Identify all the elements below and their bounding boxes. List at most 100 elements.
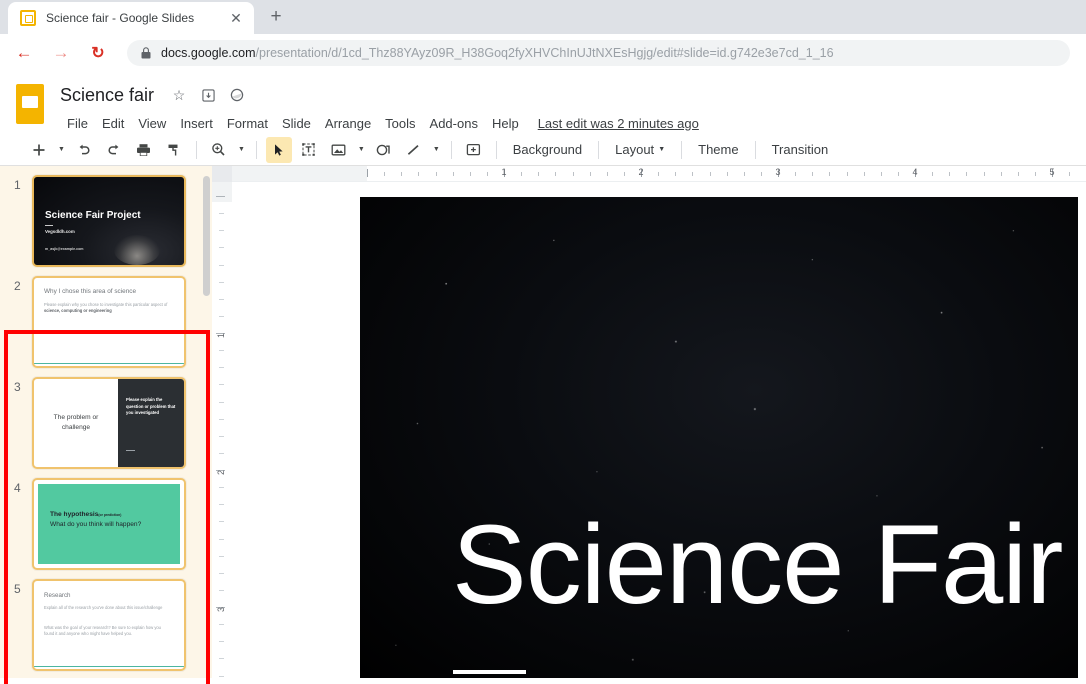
slide-thumbnail-1[interactable]: Science Fair Project Vegsdldh.com m_asjk… (32, 175, 186, 267)
ruler-tick (219, 521, 224, 523)
menu-insert[interactable]: Insert (173, 113, 220, 134)
lock-icon (141, 46, 151, 59)
forward-icon[interactable]: → (47, 39, 75, 67)
toolbar-divider (754, 140, 756, 159)
horizontal-ruler[interactable]: 1 2 3 4 5 (212, 166, 1086, 182)
layout-button[interactable]: Layout ▼ (606, 138, 674, 161)
thumb-footer-bar (34, 362, 184, 364)
ruler-label: 2 (216, 469, 226, 475)
last-edit-status[interactable]: Last edit was 2 minutes ago (538, 116, 699, 131)
menu-edit[interactable]: Edit (95, 113, 131, 134)
slide-thumbnail-3[interactable]: The problem or challenge Please explain … (32, 377, 186, 469)
new-tab-button[interactable]: + (262, 3, 290, 31)
redo-button[interactable] (101, 137, 127, 163)
filmstrip-scrollbar[interactable] (203, 176, 210, 296)
ruler-tick (1000, 172, 1002, 176)
menu-add-ons[interactable]: Add-ons (423, 113, 485, 134)
background-button[interactable]: Background (504, 138, 591, 161)
menu-view[interactable]: View (131, 113, 173, 134)
slides-toolbar: ▼ ▼ ▼ ▼ Background Layout ▼ Theme Transi… (0, 134, 1086, 166)
ruler-tick (829, 172, 831, 176)
thumb-body-bold: science, computing or engineering (44, 308, 112, 314)
ruler-tick (812, 172, 814, 176)
vertical-ruler[interactable]: 1 2 3 (212, 182, 232, 678)
ruler-tick (367, 169, 368, 177)
ruler-tick (219, 675, 224, 677)
ruler-tick (589, 172, 591, 176)
ruler-label: 1 (216, 332, 226, 338)
ruler-tick (219, 281, 224, 283)
line-button[interactable] (401, 137, 427, 163)
transition-button[interactable]: Transition (763, 138, 838, 161)
menu-tools[interactable]: Tools (378, 113, 422, 134)
slide-editor-stage[interactable]: Science Fair (360, 197, 1078, 678)
filmstrip-item-5[interactable]: 5 Research Explain all of the research y… (0, 579, 212, 671)
theme-button[interactable]: Theme (689, 138, 747, 161)
menu-arrange[interactable]: Arrange (318, 113, 378, 134)
menu-slide[interactable]: Slide (275, 113, 318, 134)
ruler-tick (219, 658, 224, 660)
document-title-row: Science fair ☆ (60, 80, 699, 110)
filmstrip-item-1[interactable]: 1 Science Fair Project Vegsdldh.com m_as… (0, 175, 212, 267)
insert-image-chevron-down-icon[interactable]: ▼ (354, 137, 369, 163)
address-bar[interactable]: docs.google.com/presentation/d/1cd_Thz88… (127, 39, 1070, 66)
ruler-tick (880, 172, 882, 176)
filmstrip-item-2[interactable]: 2 Why I chose this area of science Pleas… (0, 276, 212, 368)
ruler-tick (219, 452, 224, 454)
browser-tab[interactable]: Science fair - Google Slides ✕ (8, 2, 254, 34)
ruler-label: 2 (638, 167, 644, 177)
line-chevron-down-icon[interactable]: ▼ (429, 137, 444, 163)
thumb-heading-tiny: (or prediction) (98, 513, 122, 517)
ruler-tick (795, 172, 797, 176)
page-title[interactable]: Science fair (60, 85, 154, 106)
slide-thumbnail-5[interactable]: Research Explain all of the research you… (32, 579, 186, 671)
filmstrip-item-3[interactable]: 3 The problem or challenge Please explai… (0, 377, 212, 469)
ruler-tick (932, 172, 934, 176)
zoom-button[interactable] (206, 137, 232, 163)
close-icon[interactable]: ✕ (226, 8, 246, 28)
toolbar-divider (495, 140, 497, 159)
new-slide-chevron-down-icon[interactable]: ▼ (54, 137, 69, 163)
reload-icon[interactable]: ↻ (84, 39, 112, 67)
thumb-right-text: Please explain the question or problem t… (126, 397, 176, 415)
menu-file[interactable]: File (60, 113, 95, 134)
menu-format[interactable]: Format (220, 113, 275, 134)
paint-format-button[interactable] (161, 137, 187, 163)
ruler-label: 4 (912, 167, 918, 177)
slide-thumbnail-2[interactable]: Why I chose this area of science Please … (32, 276, 186, 368)
thumb-body-1: Explain all of the research you've done … (44, 605, 163, 610)
thumb-heading: Why I chose this area of science (44, 288, 136, 295)
slide-thumbnail-4[interactable]: The hypothesis(or prediction) What do you… (32, 478, 186, 570)
menu-help[interactable]: Help (485, 113, 526, 134)
comment-button[interactable] (461, 137, 487, 163)
star-icon[interactable]: ☆ (168, 84, 190, 106)
move-to-folder-icon[interactable] (197, 84, 219, 106)
shape-button[interactable] (371, 137, 397, 163)
new-slide-button[interactable] (26, 137, 52, 163)
ruler-label: 5 (1049, 167, 1055, 177)
address-bar-url: docs.google.com/presentation/d/1cd_Thz88… (161, 46, 834, 60)
thumb-body: What do you think will happen? (50, 521, 142, 529)
ruler-tick (555, 172, 557, 176)
ruler-tick (983, 172, 985, 176)
select-tool-button[interactable] (265, 136, 292, 163)
cloud-status-icon[interactable] (226, 84, 248, 106)
undo-button[interactable] (71, 137, 97, 163)
back-icon[interactable]: ← (10, 39, 38, 67)
thumb-subtitle: Vegsdldh.com (45, 229, 75, 234)
zoom-chevron-down-icon[interactable]: ▼ (234, 137, 249, 163)
google-slides-logo-icon (12, 82, 48, 127)
toolbar-divider (195, 140, 197, 159)
thumb-body-plain: Please explain why you chose to investig… (44, 302, 168, 307)
insert-image-button[interactable] (326, 137, 352, 163)
ruler-tick (726, 172, 728, 176)
text-box-button[interactable] (296, 137, 322, 163)
ruler-tick (538, 172, 540, 176)
slide-title-text[interactable]: Science Fair (452, 509, 1063, 621)
slide-filmstrip[interactable]: 1 Science Fair Project Vegsdldh.com m_as… (0, 166, 212, 678)
ruler-tick (435, 172, 437, 176)
slide-canvas-area[interactable]: 1 2 3 4 5 1 2 3 Science Fair (212, 166, 1086, 678)
filmstrip-item-4[interactable]: 4 The hypothesis(or prediction) What do y… (0, 478, 212, 570)
thumb-right-panel: Please explain the question or problem t… (118, 379, 184, 467)
print-button[interactable] (131, 137, 157, 163)
